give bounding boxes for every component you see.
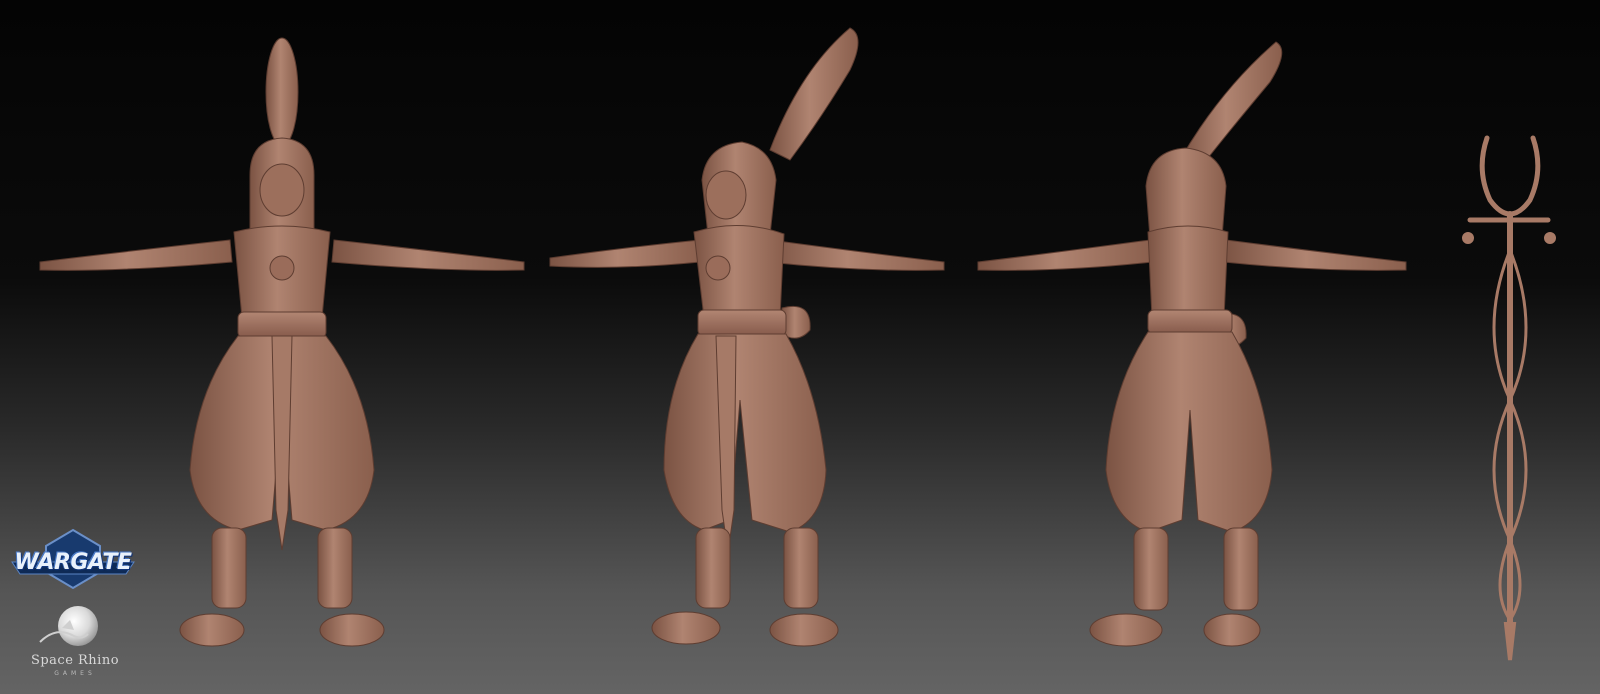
face: [259, 163, 305, 217]
arm-left: [549, 239, 701, 268]
face: [705, 170, 747, 220]
arm-left: [39, 239, 233, 271]
leg-left: [211, 527, 247, 609]
wargate-logo: WARGATE: [8, 528, 138, 594]
leg-right: [1223, 527, 1259, 611]
foot-right: [1203, 613, 1261, 647]
figure-three-quarter-view: [549, 27, 945, 647]
ear: [1179, 41, 1283, 169]
arm-right: [767, 239, 945, 271]
sculpt-canvas: [39, 27, 1556, 661]
staff-tip: [1503, 622, 1517, 661]
leg-left: [1133, 527, 1169, 611]
leg-right: [783, 527, 819, 609]
foot-left: [179, 613, 245, 647]
rhino-swoosh-icon: [39, 620, 89, 643]
staff-bead-right: [1544, 232, 1556, 244]
pants: [1105, 331, 1273, 533]
space-rhino-sub: GAMES: [54, 670, 96, 677]
wargate-wordmark: WARGATE: [14, 550, 132, 575]
space-rhino-name: Space Rhino: [30, 653, 120, 668]
ear: [769, 27, 859, 161]
belt: [237, 311, 327, 339]
staff-prop: [1462, 135, 1556, 661]
leg-right: [317, 527, 353, 609]
back-torso: [1147, 225, 1229, 324]
ear: [265, 37, 299, 147]
arm-right: [1223, 239, 1407, 271]
foot-left: [651, 611, 721, 645]
space-rhino-logo: Space Rhino GAMES: [22, 606, 128, 686]
pants: [663, 333, 827, 533]
belt: [1147, 309, 1233, 335]
belt: [697, 309, 787, 337]
figure-back-view: [977, 41, 1407, 647]
arm-left: [977, 239, 1153, 271]
loincloth: [271, 335, 293, 551]
staff-fork: [1479, 135, 1541, 217]
chest-medallion: [269, 255, 295, 281]
turnaround-render: WARGATE Space Rhino GAMES: [0, 0, 1600, 694]
arm-right: [331, 239, 525, 271]
chest-medallion: [705, 255, 731, 281]
staff-bead-left: [1462, 232, 1474, 244]
foot-right: [769, 613, 839, 647]
foot-left: [1089, 613, 1163, 647]
leg-left: [695, 527, 731, 609]
foot-right: [319, 613, 385, 647]
